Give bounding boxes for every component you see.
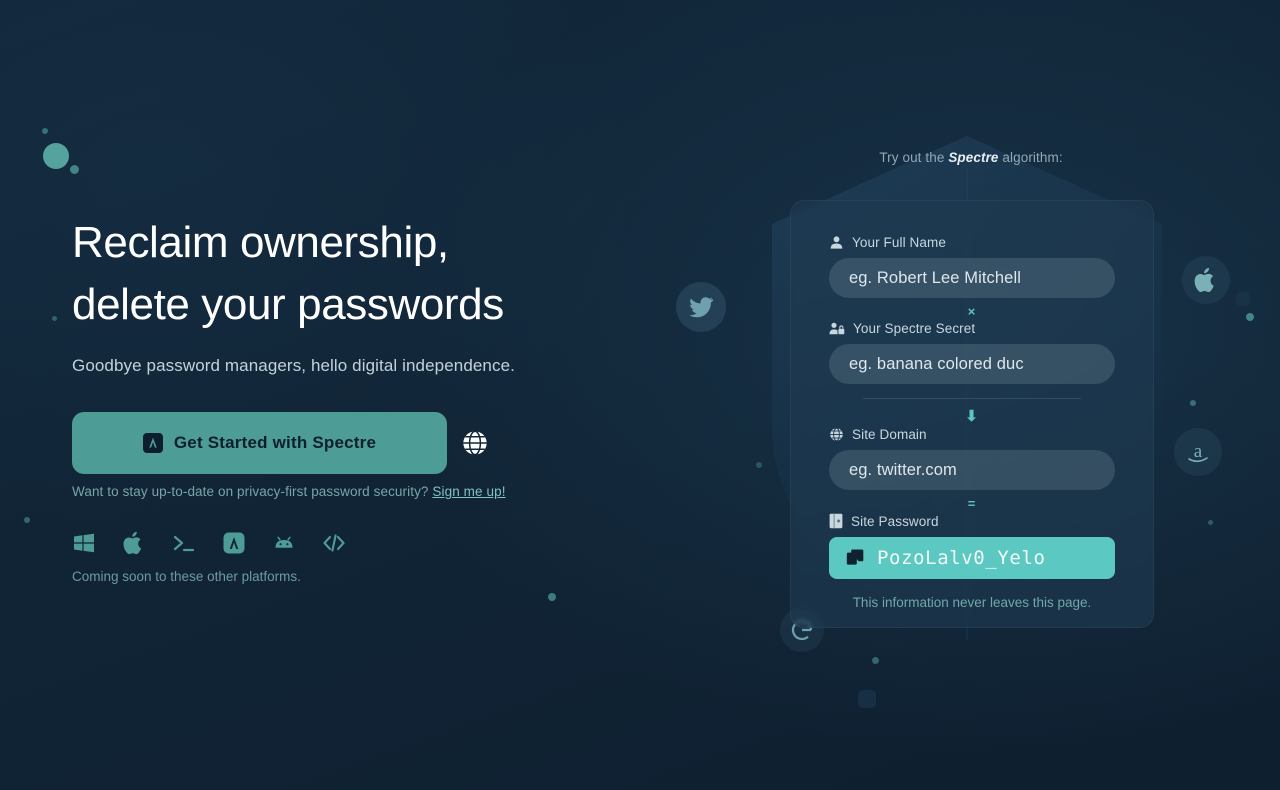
newsletter-prompt: Want to stay up-to-date on privacy-first…: [72, 484, 652, 499]
site-password-label-text: Site Password: [851, 513, 939, 529]
decorative-dot: [756, 462, 762, 468]
platforms-note: Coming soon to these other platforms.: [72, 569, 301, 584]
copy-icon: [846, 549, 864, 565]
svg-text:a: a: [1194, 441, 1203, 462]
apple-badge: [1182, 256, 1230, 304]
user-lock-icon: [829, 322, 845, 335]
spectre-secret-input[interactable]: [829, 344, 1115, 384]
decorative-dot: [1190, 400, 1196, 406]
full-name-input[interactable]: [829, 258, 1115, 298]
apple-icon[interactable]: [122, 531, 146, 555]
site-password-value: PozoLalv0_Yelo: [877, 547, 1046, 569]
get-started-label: Get Started with Spectre: [173, 433, 377, 452]
decorative-dot: [42, 128, 48, 134]
decorative-dot: [43, 143, 69, 169]
vault-icon: [829, 513, 843, 529]
app-store-icon: [142, 433, 163, 453]
platform-icons-row: [72, 531, 652, 555]
twitter-icon: [689, 297, 714, 318]
globe-icon[interactable]: [461, 429, 489, 457]
code-icon[interactable]: [322, 531, 346, 555]
globe-icon: [830, 427, 843, 442]
apple-icon: [1194, 267, 1214, 293]
decorative-square: [1236, 292, 1250, 306]
hero-subtitle: Goodbye password managers, hello digital…: [72, 356, 515, 375]
operator-multiply: ×: [967, 304, 977, 319]
android-icon[interactable]: [272, 531, 296, 555]
spectre-secret-label-text: Your Spectre Secret: [853, 321, 976, 336]
user-icon: [830, 236, 843, 249]
decorative-dot: [872, 657, 879, 664]
amazon-badge: a: [1174, 428, 1222, 476]
decorative-dot: [52, 316, 57, 321]
decorative-dot: [70, 165, 79, 174]
decorative-square: [858, 690, 876, 708]
decorative-dot: [548, 593, 556, 601]
cta-row: Get Started with Spectre: [72, 412, 652, 474]
site-password-label: Site Password: [829, 513, 1115, 529]
sign-me-up-link[interactable]: Sign me up!: [432, 484, 505, 499]
decorative-dot: [1208, 520, 1213, 525]
spectre-secret-label: Your Spectre Secret: [829, 321, 1115, 336]
site-domain-label: Site Domain: [829, 427, 1115, 442]
site-domain-label-text: Site Domain: [852, 427, 927, 442]
try-algorithm-label: Try out the Spectre algorithm:: [790, 150, 1152, 165]
windows-icon[interactable]: [72, 531, 96, 555]
terminal-icon[interactable]: [172, 531, 196, 555]
full-name-label: Your Full Name: [829, 235, 1115, 250]
brand-name: Spectre: [948, 150, 999, 165]
decorative-dot: [24, 517, 30, 523]
site-password-output[interactable]: PozoLalv0_Yelo: [829, 537, 1115, 579]
hero-section: Reclaim ownership, delete your passwords…: [72, 212, 652, 584]
try-suffix: algorithm:: [998, 150, 1063, 165]
site-domain-input[interactable]: [829, 450, 1115, 490]
app-store-icon[interactable]: [222, 531, 246, 555]
amazon-icon: a: [1188, 441, 1208, 463]
full-name-label-text: Your Full Name: [852, 235, 946, 250]
newsletter-text: Want to stay up-to-date on privacy-first…: [72, 484, 429, 499]
card-divider: [863, 398, 1081, 399]
operator-arrow: ⬇: [965, 408, 979, 425]
operator-equals: =: [967, 496, 977, 511]
page-title: Reclaim ownership, delete your passwords: [72, 218, 504, 329]
decorative-dot: [1246, 313, 1254, 321]
twitter-badge: [676, 282, 726, 332]
try-prefix: Try out the: [879, 150, 949, 165]
spectre-demo-card: Your Full Name × Your Spectre Secret ⬇ S…: [790, 200, 1154, 628]
get-started-button[interactable]: Get Started with Spectre: [72, 412, 447, 474]
privacy-note: This information never leaves this page.: [852, 595, 1092, 610]
